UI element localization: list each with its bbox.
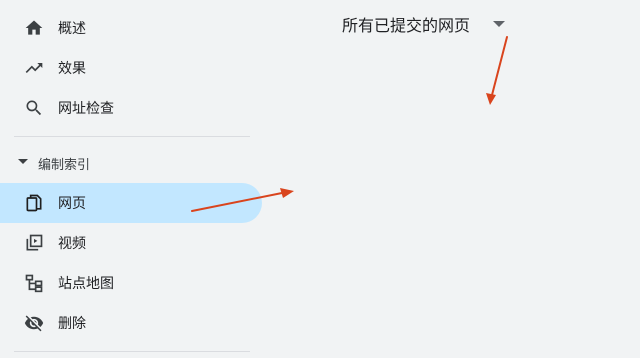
sidebar-item-label: 网页 [58, 196, 86, 212]
visibility-off-icon [24, 313, 44, 333]
sidebar-item-video-pages[interactable]: 视频 [0, 223, 262, 263]
sidebar-item-overview[interactable]: 概述 [0, 8, 262, 48]
sitemap-icon [24, 273, 44, 293]
sidebar-item-label: 效果 [58, 61, 86, 77]
sidebar-item-removals[interactable]: 删除 [0, 303, 262, 343]
pages-icon [24, 193, 44, 213]
dropdown-caret-icon [493, 21, 505, 27]
sidebar-item-performance[interactable]: 效果 [0, 48, 262, 88]
sidebar-item-label: 删除 [58, 316, 86, 332]
sidebar-divider [14, 351, 250, 352]
sidebar-item-url-inspection[interactable]: 网址检查 [0, 88, 262, 128]
sidebar: 概述 效果 网址检查 编制索引 网页 视频 站点地图 删除 [0, 0, 262, 358]
sidebar-item-pages[interactable]: 网页 [0, 183, 262, 223]
sidebar-item-label: 站点地图 [58, 276, 114, 292]
video-pages-icon [24, 233, 44, 253]
caret-down-icon [18, 159, 28, 164]
submitted-pages-dropdown[interactable]: 所有已提交的网页 [342, 12, 505, 36]
indexing-section-header[interactable]: 编制索引 [0, 143, 250, 183]
section-label: 编制索引 [38, 157, 91, 173]
sidebar-item-label: 视频 [58, 236, 86, 252]
sidebar-item-label: 概述 [58, 21, 86, 37]
sidebar-item-label: 网址检查 [58, 101, 114, 117]
home-icon [24, 18, 44, 38]
search-icon [24, 98, 44, 118]
trending-up-icon [24, 58, 44, 78]
dropdown-label: 所有已提交的网页 [342, 16, 471, 35]
sidebar-item-sitemaps[interactable]: 站点地图 [0, 263, 262, 303]
annotation-arrow-down [486, 36, 508, 105]
sidebar-divider [14, 136, 250, 137]
